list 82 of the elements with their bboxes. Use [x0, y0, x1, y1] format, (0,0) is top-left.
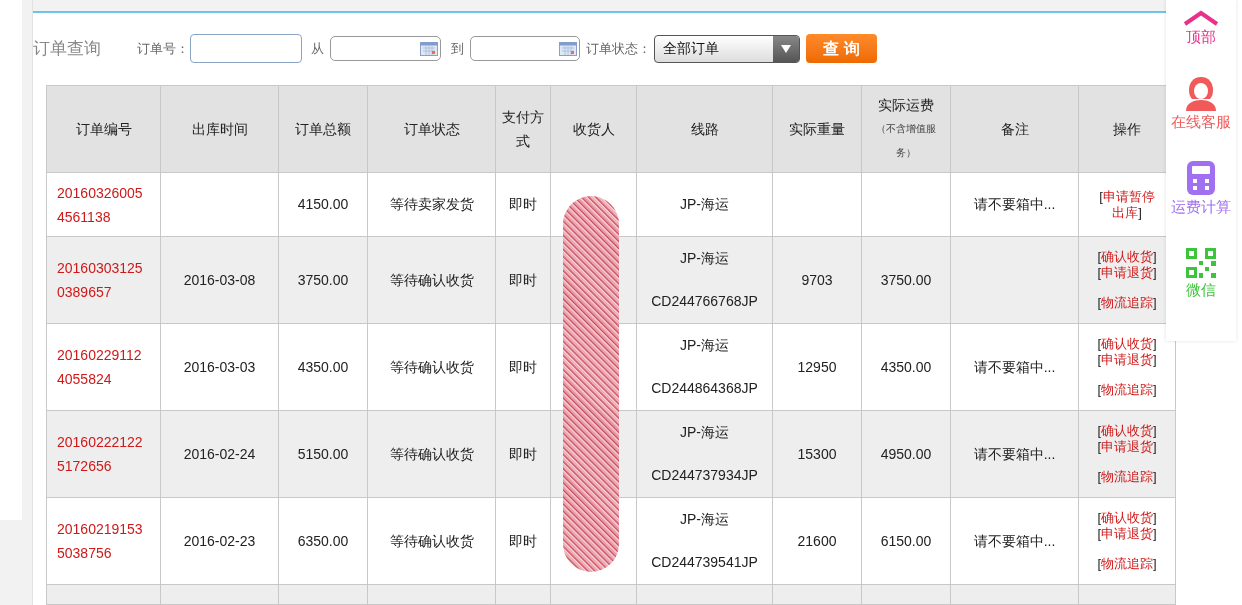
order-status: 等待确认收货: [389, 358, 474, 375]
order-number-label: 订单号：: [137, 39, 189, 58]
column-header: 备注: [999, 120, 1030, 139]
column-header: 出库时间: [190, 120, 249, 139]
action-link[interactable]: [申请退货]: [1097, 526, 1157, 542]
action-link[interactable]: [物流追踪]: [1097, 469, 1157, 485]
weight-value: 15300: [797, 445, 837, 462]
action-link[interactable]: [申请退货]: [1097, 265, 1157, 281]
order-status: 等待确认收货: [389, 271, 474, 288]
qr-code-icon: [1185, 246, 1217, 279]
action-link[interactable]: [确认收货]: [1097, 510, 1157, 526]
action-link[interactable]: [确认收货]: [1097, 336, 1157, 352]
remark-text: 请不要箱中...: [973, 445, 1056, 462]
action-link[interactable]: [确认收货]: [1097, 423, 1157, 439]
chevron-up-icon: [1183, 10, 1219, 26]
column-header: 订单编号: [74, 120, 133, 139]
payment-method: 即时: [509, 196, 537, 212]
ship-date: 2016-02-24: [183, 445, 256, 462]
sidebar-item[interactable]: 运费计算: [1166, 145, 1236, 230]
column-header: 订单状态: [402, 120, 461, 139]
order-status: 等待卖家发货: [389, 196, 474, 212]
start-date-field[interactable]: [330, 36, 441, 61]
freight-value: 6150.00: [880, 532, 932, 549]
to-label: 到: [451, 39, 464, 58]
route-text: JP-海运: [680, 195, 729, 214]
weight-value: 9703: [801, 271, 833, 288]
column-header: 订单总额: [294, 120, 352, 139]
calendar-icon[interactable]: [559, 41, 577, 56]
action-link[interactable]: [申请退货]: [1097, 439, 1157, 455]
column-header: 操作: [1112, 120, 1142, 139]
weight-value: 12950: [797, 358, 837, 375]
action-link[interactable]: [确认收货]: [1097, 249, 1157, 265]
order-total: 4350.00: [297, 358, 349, 375]
calculator-icon: [1186, 159, 1216, 196]
action-link[interactable]: [物流追踪]: [1097, 556, 1157, 572]
ship-date: 2016-03-03: [183, 358, 256, 375]
order-total: 5150.00: [297, 445, 349, 462]
freight-value: 3750.00: [880, 271, 932, 288]
dropdown-arrow-icon: [781, 44, 791, 53]
order-status: 等待确认收货: [389, 532, 474, 549]
weight-value: 21600: [797, 532, 837, 549]
order-total: 6350.00: [297, 532, 349, 549]
tracking-number: CD244864368JP: [651, 379, 758, 398]
freight-value: 4350.00: [880, 358, 932, 375]
from-label: 从: [311, 39, 324, 58]
route-text: JP-海运: [680, 249, 729, 268]
remark-text: 请不要箱中...: [973, 196, 1056, 212]
column-header: 实际重量: [788, 120, 846, 139]
column-note: （不含增值服务）: [875, 122, 937, 160]
remark-text: 请不要箱中...: [973, 358, 1056, 375]
route-text: JP-海运: [680, 336, 729, 355]
order-total: 3750.00: [297, 271, 349, 288]
order-total: 4150.00: [297, 196, 349, 212]
tracking-number: CD244766768JP: [651, 292, 758, 311]
order-number-field[interactable]: [190, 34, 302, 63]
sidebar-item[interactable]: 顶部: [1166, 0, 1236, 60]
action-link[interactable]: [物流追踪]: [1097, 382, 1157, 398]
order-status: 等待确认收货: [389, 445, 474, 462]
tracking-number: CD244739541JP: [651, 553, 758, 572]
remark-text: 请不要箱中...: [973, 532, 1056, 549]
headset-person-icon: [1184, 74, 1218, 111]
route-text: JP-海运: [680, 423, 729, 442]
end-date-field[interactable]: [470, 36, 580, 61]
route-text: JP-海运: [680, 510, 729, 529]
ship-date: 2016-02-23: [183, 532, 256, 549]
action-link[interactable]: [物流追踪]: [1097, 295, 1157, 311]
freight-value: 4950.00: [880, 445, 932, 462]
payment-method: 即时: [509, 271, 537, 288]
column-header: 支付方式: [501, 108, 545, 151]
calendar-icon[interactable]: [420, 41, 438, 56]
ship-date: 2016-03-08: [183, 271, 256, 288]
status-label: 订单状态：: [586, 39, 651, 58]
action-link[interactable]: [申请退货]: [1097, 352, 1157, 368]
status-dropdown[interactable]: 全部订单: [654, 34, 800, 63]
payment-method: 即时: [509, 358, 537, 375]
payment-method: 即时: [509, 445, 537, 462]
payment-method: 即时: [509, 532, 537, 549]
page-title: 订单查询: [33, 37, 101, 60]
column-header: 实际运费: [877, 96, 935, 115]
column-header: 线路: [689, 120, 720, 139]
tracking-number: CD244737934JP: [651, 466, 758, 485]
column-header: 收货人: [571, 120, 616, 139]
